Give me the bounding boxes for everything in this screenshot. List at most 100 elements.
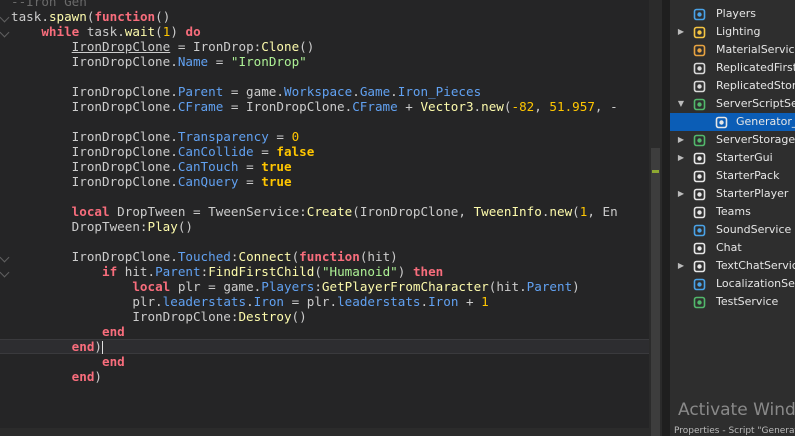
- code-token: do: [185, 24, 201, 39]
- code-token: task: [11, 9, 42, 24]
- expand-arrow-icon: [676, 113, 686, 131]
- code-line[interactable]: IronDropClone = IronDrop:Clone(): [0, 39, 649, 54]
- code-line[interactable]: IronDropClone.Name = "IronDrop": [0, 54, 649, 69]
- code-line[interactable]: [0, 234, 649, 249]
- code-token: IronDropClone.: [11, 144, 178, 159]
- code-line[interactable]: IronDropClone:Destroy(): [0, 309, 649, 324]
- code-line[interactable]: [0, 114, 649, 129]
- explorer-item-soundservice[interactable]: SoundService: [670, 221, 795, 239]
- explorer-item-starterplayer[interactable]: ▶ StarterPlayer: [670, 185, 795, 203]
- explorer-item-materialservice[interactable]: MaterialService: [670, 41, 795, 59]
- code-line[interactable]: end): [0, 369, 649, 384]
- code-token: Workspace: [283, 84, 353, 99]
- explorer-item-label: Lighting: [716, 25, 761, 38]
- code-token: plr.: [11, 294, 163, 309]
- code-token: .: [246, 294, 254, 309]
- code-line[interactable]: while task.wait(1) do: [0, 24, 649, 39]
- code-line[interactable]: end: [0, 354, 649, 369]
- code-line[interactable]: task.spawn(function(): [0, 9, 649, 24]
- explorer-item-generator_iron[interactable]: Generator_Iron: [670, 113, 795, 131]
- code-token: ): [572, 279, 580, 294]
- code-token: =: [238, 174, 262, 189]
- script-icon: [715, 116, 728, 129]
- explorer-item-label: Generator_Iron: [736, 115, 795, 128]
- expand-arrow-icon[interactable]: ▶: [676, 185, 686, 203]
- code-line[interactable]: IronDropClone.Touched:Connect(function(h…: [0, 249, 649, 264]
- horizontal-scrollbar[interactable]: [0, 428, 649, 436]
- explorer-item-lighting[interactable]: ▶ Lighting: [670, 23, 795, 41]
- code-line[interactable]: plr.leaderstats.Iron = plr.leaderstats.I…: [0, 294, 649, 309]
- code-line[interactable]: IronDropClone.CanQuery = true: [0, 174, 649, 189]
- code-token: =: [208, 54, 231, 69]
- code-line[interactable]: [0, 189, 649, 204]
- code-token: DropTween = TweenService:: [109, 204, 307, 219]
- code-token: (): [291, 309, 307, 324]
- expand-arrow-icon[interactable]: ▶: [676, 149, 686, 167]
- code-line[interactable]: IronDropClone.CFrame = IronDropClone.CFr…: [0, 99, 649, 114]
- code-token: leaderstats: [337, 294, 421, 309]
- text-cursor: [102, 341, 104, 354]
- code-token: new: [481, 99, 504, 114]
- code-token: ): [94, 339, 103, 354]
- expand-arrow-icon[interactable]: ▶: [676, 257, 686, 275]
- chat-icon: [693, 242, 706, 255]
- code-token: ): [94, 369, 103, 384]
- code-line[interactable]: IronDropClone.Parent = game.Workspace.Ga…: [0, 84, 649, 99]
- explorer-item-replicatedfirst[interactable]: ReplicatedFirst: [670, 59, 795, 77]
- explorer-item-starterpack[interactable]: StarterPack: [670, 167, 795, 185]
- code-line[interactable]: IronDropClone.CanTouch = true: [0, 159, 649, 174]
- fold-arrow-icon[interactable]: [0, 267, 10, 278]
- code-line[interactable]: DropTween:Play(): [0, 219, 649, 234]
- fold-arrow-icon[interactable]: [0, 252, 10, 263]
- bottom-panel-tabs[interactable]: Properties - Script "Generator_Iron": [674, 426, 795, 436]
- code-token: .: [390, 84, 398, 99]
- explorer-item-testservice[interactable]: TestService: [670, 293, 795, 311]
- code-token: GetPlayerFromCharacter: [321, 279, 489, 294]
- code-token: Connect: [238, 249, 292, 264]
- script-editor[interactable]: --Iron Gen task.spawn(function() while ta…: [0, 0, 649, 436]
- code-line[interactable]: --Iron Gen: [0, 0, 649, 9]
- code-line[interactable]: if hit.Parent:FindFirstChild("Humanoid")…: [0, 264, 649, 279]
- code-token: IronDropClone.: [11, 174, 178, 189]
- code-token: hit.: [117, 264, 156, 279]
- vertical-scrollbar[interactable]: [649, 0, 662, 436]
- code-token: IronDropClone.: [11, 54, 178, 69]
- code-token: CanCollide: [177, 144, 254, 159]
- code-token: IronDropClone.: [11, 99, 178, 114]
- expand-arrow-icon[interactable]: ▶: [676, 23, 686, 41]
- test-service-icon: [693, 296, 706, 309]
- explorer-item-chat[interactable]: Chat: [670, 239, 795, 257]
- fold-arrow-icon[interactable]: [0, 27, 10, 38]
- explorer-item-replicatedstorage[interactable]: ReplicatedStorage: [670, 77, 795, 95]
- explorer-item-startergui[interactable]: ▶ StarterGui: [670, 149, 795, 167]
- code-token: :: [314, 279, 322, 294]
- code-token: ): [170, 24, 186, 39]
- code-token: IronDropClone.: [11, 159, 178, 174]
- explorer-item-textchatservice[interactable]: ▶ TextChatService: [670, 257, 795, 275]
- code-area[interactable]: --Iron Gen task.spawn(function() while ta…: [0, 0, 649, 384]
- panel-splitter[interactable]: [662, 0, 670, 436]
- code-line[interactable]: [0, 69, 649, 84]
- code-line[interactable]: end): [0, 339, 649, 354]
- code-token: Iron: [253, 294, 284, 309]
- collapse-arrow-icon[interactable]: ▼: [676, 95, 686, 113]
- code-line[interactable]: local DropTween = TweenService:Create(Ir…: [0, 204, 649, 219]
- explorer-panel: Players ▶ Lighting MaterialService Replicate…: [670, 0, 795, 436]
- explorer-item-localizationservice[interactable]: LocalizationService: [670, 275, 795, 293]
- fold-arrow-icon[interactable]: [0, 12, 10, 23]
- code-token: end: [71, 369, 95, 384]
- explorer-item-teams[interactable]: Teams: [670, 203, 795, 221]
- code-line[interactable]: local plr = game.Players:GetPlayerFromCh…: [0, 279, 649, 294]
- code-line[interactable]: end: [0, 324, 649, 339]
- explorer-item-serverstorage[interactable]: ▶ ServerStorage: [670, 131, 795, 149]
- expand-arrow-icon[interactable]: ▶: [676, 131, 686, 149]
- explorer-item-players[interactable]: Players: [670, 5, 795, 23]
- code-token: , En: [587, 204, 618, 219]
- explorer-item-serverscriptservice[interactable]: ▼ ServerScriptService: [670, 95, 795, 113]
- scrollbar-thumb[interactable]: [651, 148, 660, 436]
- code-line[interactable]: IronDropClone.Transparency = 0: [0, 129, 649, 144]
- code-line[interactable]: IronDropClone.CanCollide = false: [0, 144, 649, 159]
- explorer-item-label: Players: [716, 7, 756, 20]
